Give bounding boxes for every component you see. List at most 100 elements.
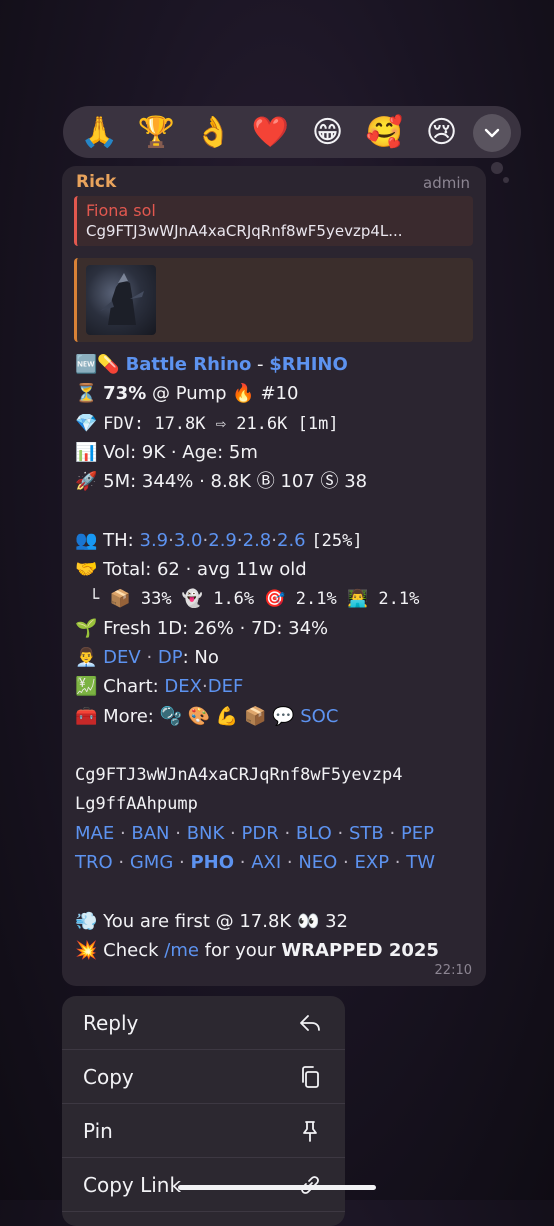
volume-text: Vol: 9K · Age: 5m <box>103 441 258 463</box>
people-emoji: 👥 <box>75 529 98 551</box>
first-line: 💨 You are first @ 17.8K 👀 32 <box>75 907 475 936</box>
wrapped-title: WRAPPED 2025 <box>281 939 439 961</box>
quick-link[interactable]: NEO <box>298 852 337 873</box>
copy-icon <box>297 1064 323 1090</box>
holder-link[interactable]: 2.6 <box>277 530 306 551</box>
wrapped-line: 💥 Check /me for your WRAPPED 2025 <box>75 936 475 965</box>
sender-name[interactable]: Rick <box>76 172 116 192</box>
quick-link[interactable]: MAE <box>75 823 114 844</box>
menu-item-copy[interactable]: Copy <box>62 1050 345 1104</box>
reaction-cry[interactable]: 😢 <box>413 106 470 158</box>
menu-label: Pin <box>83 1118 113 1143</box>
def-link[interactable]: DEF <box>208 676 244 697</box>
quick-link[interactable]: PHO <box>190 852 234 873</box>
holders-breakdown-line: └ 📦 33% 👻 1.6% 🎯 2.1% 👨‍💻 2.1% <box>75 584 475 613</box>
soc-link[interactable]: SOC <box>300 706 338 727</box>
wrapped-pre: Check <box>103 939 165 961</box>
menu-label: Reply <box>83 1010 139 1035</box>
token-address-part2[interactable]: Lg9ffAAhpump <box>75 794 198 814</box>
holder-link[interactable]: 3.9 <box>140 530 169 551</box>
reaction-pray[interactable]: 🙏 <box>71 106 128 158</box>
token-address-part1[interactable]: Cg9FTJ3wWJnA4xaCRJqRnf8wF5yevzp4 <box>75 765 403 785</box>
seedling-emoji: 🌱 <box>75 617 98 639</box>
top-holders-label: TH: <box>103 529 134 551</box>
pump-rank: @ Pump 🔥 #10 <box>151 383 299 405</box>
reaction-bar-tail <box>491 162 503 174</box>
more-line: 🧰 More: 🫧 🎨 💪 📦 💬 SOC <box>75 702 475 731</box>
dev-line: 👨‍💼 DEV · DP: No <box>75 646 219 668</box>
quick-link[interactable]: AXI <box>251 852 281 873</box>
progress-line: ⏳ 73% @ Pump 🔥 #10 <box>75 379 475 408</box>
wrapped-mid: for your <box>198 939 282 961</box>
holders-breakdown-text: └ 📦 33% 👻 1.6% 🎯 2.1% 👨‍💻 2.1% <box>89 589 420 610</box>
volume-line: 📊 Vol: 9K · Age: 5m <box>75 438 475 467</box>
dp-value: : No <box>182 646 219 668</box>
token-name-link[interactable]: Battle Rhino <box>126 354 252 375</box>
office-worker-emoji: 👨‍💼 <box>75 646 98 668</box>
handshake-emoji: 🤝 <box>75 559 98 581</box>
diamond-emoji: 💎 <box>75 412 98 434</box>
quick-link[interactable]: TRO <box>75 852 113 873</box>
menu-item-reply[interactable]: Reply <box>62 996 345 1050</box>
chart-up-emoji: 💹 <box>75 676 98 698</box>
address-line-2[interactable]: Lg9ffAAhpump <box>75 789 475 818</box>
quick-link[interactable]: BLO <box>296 823 332 844</box>
address-line-1[interactable]: Cg9FTJ3wWJnA4xaCRJqRnf8wF5yevzp4 <box>75 760 475 789</box>
total-holders-text: Total: 62 · avg 11w old <box>103 559 307 581</box>
chart-line: 💹 Chart: DEX·DEF <box>75 676 244 698</box>
reaction-heart[interactable]: ❤️ <box>242 106 299 158</box>
quick-link[interactable]: PDR <box>242 823 279 844</box>
fresh-text: Fresh 1D: 26% · 7D: 34% <box>103 617 329 639</box>
sender-role: admin <box>423 174 470 192</box>
pin-icon <box>297 1118 323 1144</box>
reply-quote[interactable]: Fiona sol Cg9FTJ3wWJnA4xaCRJqRnf8wF5yevz… <box>74 196 473 246</box>
quick-link[interactable]: BNK <box>187 823 225 844</box>
chart-emoji: 📊 <box>75 441 98 463</box>
message-body: 🆕💊 Battle Rhino - $RHINO ⏳ 73% @ Pump 🔥 … <box>75 350 475 965</box>
context-menu: Reply Copy Pin Copy Link <box>62 996 345 1226</box>
message-bubble[interactable]: Rick admin Fiona sol Cg9FTJ3wWJnA4xaCRJq… <box>62 166 486 986</box>
reaction-trophy[interactable]: 🏆 <box>128 106 185 158</box>
reply-author: Fiona sol <box>86 201 156 220</box>
holder-link[interactable]: 2.8 <box>243 530 272 551</box>
boom-emoji: 💥 <box>75 939 98 961</box>
menu-label: Copy <box>83 1064 134 1089</box>
home-indicator[interactable] <box>178 1185 376 1190</box>
first-text: You are first @ 17.8K 👀 32 <box>103 910 348 932</box>
quick-link[interactable]: TW <box>406 852 435 873</box>
message-time: 22:10 <box>434 963 472 978</box>
me-command-link[interactable]: /me <box>164 940 199 961</box>
quick-link[interactable]: PEP <box>401 823 434 844</box>
more-label: More: 🫧 🎨 💪 📦 💬 <box>103 705 295 727</box>
holder-link[interactable]: 3.0 <box>174 530 203 551</box>
token-ticker-link[interactable]: $RHINO <box>269 354 348 375</box>
reaction-bar: 🙏 🏆 👌 ❤️ 😁 🥰 😢 <box>63 106 521 158</box>
fdv-text: FDV: 17.8K ⇨ 21.6K [1m] <box>103 413 339 434</box>
dp-link[interactable]: DP <box>158 647 183 668</box>
quick-link[interactable]: BAN <box>131 823 169 844</box>
quick-link[interactable]: EXP <box>355 852 390 873</box>
dex-link[interactable]: DEX <box>164 676 202 697</box>
links-row-1: MAE · BAN · BNK · PDR · BLO · STB · PEP <box>75 822 435 844</box>
toolbox-emoji: 🧰 <box>75 705 98 727</box>
quick-link[interactable]: GMG <box>130 852 173 873</box>
new-pill-emoji: 🆕💊 <box>75 354 120 375</box>
links-row-2: TRO · GMG · PHO · AXI · NEO · EXP · TW <box>75 852 436 874</box>
stats-line: 🚀 5M: 344% · 8.8K Ⓑ 107 Ⓢ 38 <box>75 467 475 496</box>
top-holders-total: [25%] <box>311 530 363 551</box>
holder-link[interactable]: 2.9 <box>208 530 237 551</box>
reply-icon <box>297 1010 323 1036</box>
reaction-ok-hand[interactable]: 👌 <box>185 106 242 158</box>
title-line: 🆕💊 Battle Rhino - $RHINO <box>75 350 475 379</box>
quick-link[interactable]: STB <box>349 823 384 844</box>
menu-item-pin[interactable]: Pin <box>62 1104 345 1158</box>
expand-reactions-button[interactable] <box>473 114 511 152</box>
reaction-smiling-hearts[interactable]: 🥰 <box>356 106 413 158</box>
dev-link[interactable]: DEV <box>103 647 141 668</box>
link-preview[interactable] <box>74 258 473 342</box>
hourglass-emoji: ⏳ <box>75 383 98 405</box>
reaction-grin[interactable]: 😁 <box>299 106 356 158</box>
reaction-bar-tail-small <box>503 177 509 183</box>
